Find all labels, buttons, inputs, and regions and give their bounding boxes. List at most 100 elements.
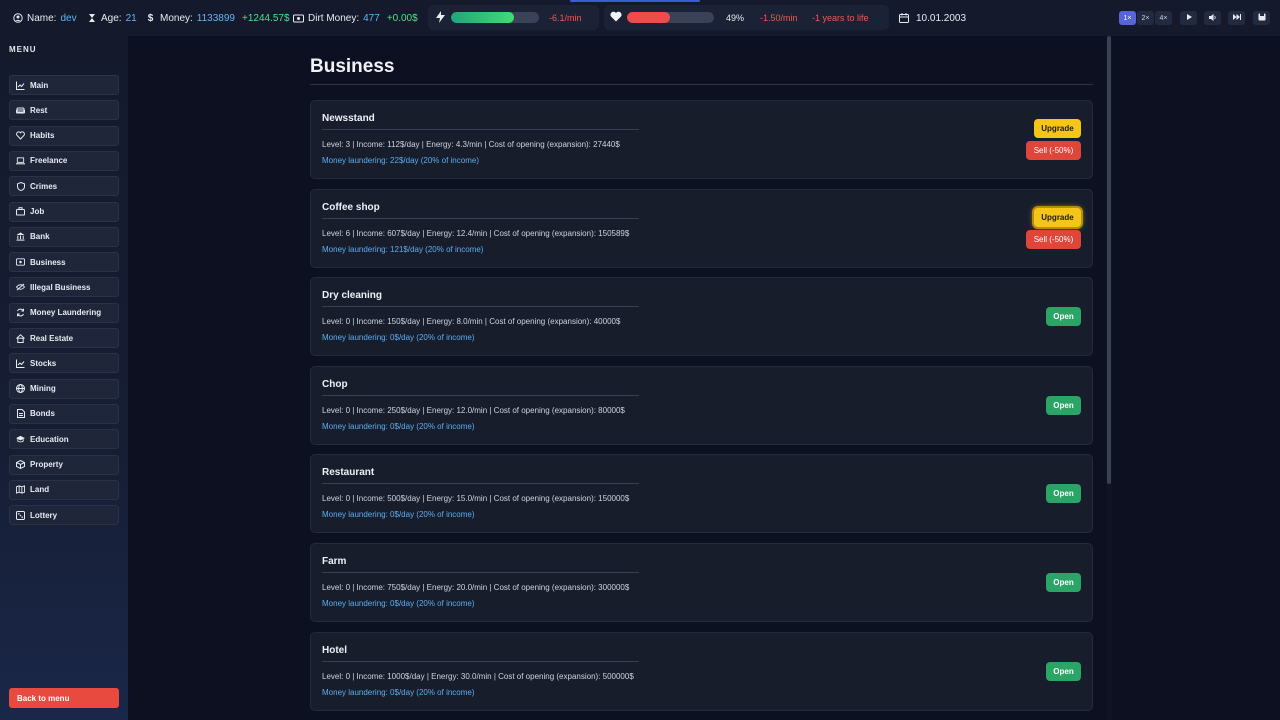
volume-icon xyxy=(1208,13,1217,23)
open-button[interactable]: Open xyxy=(1046,395,1081,415)
business-info: Level: 0 | Income: 500$/day | Energy: 15… xyxy=(322,494,630,504)
volume-button[interactable] xyxy=(1204,11,1221,25)
business-name: Newsstand xyxy=(322,113,375,124)
energy-bar xyxy=(451,12,539,23)
business-info: Level: 0 | Income: 250$/day | Energy: 12… xyxy=(322,405,625,415)
business-name-divider xyxy=(322,572,639,573)
speed-4x-button[interactable]: 4× xyxy=(1155,11,1172,25)
skip-forward-button[interactable] xyxy=(1228,11,1245,25)
open-button[interactable]: Open xyxy=(1046,484,1081,504)
sidebar-item-label: Job xyxy=(30,207,45,216)
sidebar-item-real-estate[interactable]: Real Estate xyxy=(9,328,119,348)
energy-rate: -6.1/min xyxy=(549,12,582,23)
business-laundering: Money laundering: 22$/day (20% of income… xyxy=(322,156,479,165)
refresh-icon xyxy=(16,308,25,317)
sidebar: MENU Main Rest Habits Freelance Crimes Job Ban… xyxy=(0,36,128,720)
dollar-icon: $ xyxy=(147,12,154,24)
business-card-chop: Chop Level: 0 | Income: 250$/day | Energy… xyxy=(310,365,1093,445)
page-title: Business xyxy=(310,56,395,77)
business-info: Level: 0 | Income: 150$/day | Energy: 8.… xyxy=(322,317,621,327)
shield-icon xyxy=(16,181,25,191)
business-card-newsstand: Newsstand Level: 3 | Income: 112$/day | E… xyxy=(310,100,1093,179)
couch-icon xyxy=(16,106,25,115)
business-name-divider xyxy=(322,483,639,485)
play-button[interactable] xyxy=(1180,11,1197,25)
sidebar-item-main[interactable]: Main xyxy=(9,75,119,95)
date-stat: 10.01.2003 xyxy=(898,0,966,36)
sidebar-item-stocks[interactable]: Stocks xyxy=(9,353,119,374)
business-card-dry-cleaning: Dry cleaning Level: 0 | Income: 150$/day … xyxy=(310,277,1093,357)
heart-icon xyxy=(610,11,622,25)
sell-button[interactable]: Sell (-50%) xyxy=(1026,229,1081,249)
business-name-divider xyxy=(322,217,639,219)
calendar-icon xyxy=(898,13,909,24)
health-bar-fill xyxy=(627,12,670,23)
business-name-divider xyxy=(322,306,639,308)
sidebar-item-money-laundering[interactable]: Money Laundering xyxy=(9,302,119,323)
sidebar-item-freelance[interactable]: Freelance xyxy=(9,150,119,171)
sidebar-item-habits[interactable]: Habits xyxy=(9,125,119,146)
business-card-coffee-shop: Coffee shop Level: 6 | Income: 607$/day |… xyxy=(310,188,1093,268)
sidebar-item-label: Bonds xyxy=(30,409,55,419)
health-percent: 49% xyxy=(726,12,745,23)
dirt-money-label: Dirt Money: xyxy=(308,12,360,24)
upgrade-button[interactable]: Upgrade xyxy=(1034,119,1081,138)
business-name: Chop xyxy=(322,378,348,390)
user-circle-icon xyxy=(12,13,23,24)
scrollbar-thumb[interactable] xyxy=(1107,36,1111,484)
dice-icon xyxy=(16,510,25,520)
sidebar-item-crimes[interactable]: Crimes xyxy=(9,176,119,197)
sidebar-item-mining[interactable]: Mining xyxy=(9,378,119,399)
document-icon xyxy=(16,409,25,419)
graduation-cap-icon xyxy=(16,435,25,444)
business-name-divider xyxy=(322,394,639,396)
title-divider xyxy=(310,84,1093,85)
eye-slash-icon xyxy=(16,283,25,292)
bank-icon xyxy=(16,232,25,241)
sidebar-item-education[interactable]: Education xyxy=(9,429,119,450)
speed-2x-button[interactable]: 2× xyxy=(1137,11,1154,25)
sell-button[interactable]: Sell (-50%) xyxy=(1026,141,1081,160)
business-laundering: Money laundering: 0$/day (20% of income) xyxy=(322,421,475,431)
business-name: Coffee shop xyxy=(322,201,380,213)
business-info: Level: 3 | Income: 112$/day | Energy: 4.… xyxy=(322,140,620,149)
money-delta: +1244.57$ xyxy=(242,12,290,24)
business-info: Level: 6 | Income: 607$/day | Energy: 12… xyxy=(322,228,630,238)
sidebar-item-label: Business xyxy=(30,257,66,267)
sidebar-item-job[interactable]: Job xyxy=(9,201,119,222)
heart-icon xyxy=(16,131,25,140)
sidebar-item-illegal-business[interactable]: Illegal Business xyxy=(9,277,119,298)
sidebar-item-lottery[interactable]: Lottery xyxy=(9,505,119,526)
business-info: Level: 0 | Income: 1000$/day | Energy: 3… xyxy=(322,671,634,681)
sidebar-item-label: Mining xyxy=(30,384,56,394)
speed-1x-button[interactable]: 1× xyxy=(1119,11,1136,25)
save-button[interactable] xyxy=(1253,11,1270,25)
back-to-menu-button[interactable]: Back to menu xyxy=(9,688,119,708)
upgrade-button[interactable]: Upgrade xyxy=(1034,207,1081,227)
chart-line-icon xyxy=(16,81,25,90)
energy-bar-fill xyxy=(451,12,515,23)
sidebar-item-rest[interactable]: Rest xyxy=(9,100,119,121)
open-button[interactable]: Open xyxy=(1046,661,1081,681)
sidebar-item-land[interactable]: Land xyxy=(9,479,119,500)
health-rate: -1.50/min xyxy=(760,12,798,23)
business-name: Farm xyxy=(322,556,347,567)
business-name: Restaurant xyxy=(322,467,375,479)
sidebar-item-bank[interactable]: Bank xyxy=(9,226,119,247)
sidebar-item-property[interactable]: Property xyxy=(9,454,119,475)
skip-forward-icon xyxy=(1232,14,1241,22)
sidebar-item-label: Freelance xyxy=(30,156,68,166)
business-laundering: Money laundering: 0$/day (20% of income) xyxy=(322,333,475,343)
store-icon xyxy=(16,258,25,267)
energy-panel: -6.1/min xyxy=(428,5,599,30)
money-value: 1133899 xyxy=(196,12,235,24)
business-name: Dry cleaning xyxy=(322,290,383,302)
business-card-hotel: Hotel Level: 0 | Income: 1000$/day | Ener… xyxy=(310,631,1093,711)
sidebar-item-business[interactable]: Business xyxy=(9,252,119,273)
open-button[interactable]: Open xyxy=(1046,307,1081,327)
business-card-farm: Farm Level: 0 | Income: 750$/day | Energy… xyxy=(310,543,1093,622)
name-value: dev xyxy=(60,12,77,24)
age-stat: Age: 21 xyxy=(86,0,137,36)
sidebar-item-bonds[interactable]: Bonds xyxy=(9,403,119,424)
open-button[interactable]: Open xyxy=(1046,573,1081,592)
